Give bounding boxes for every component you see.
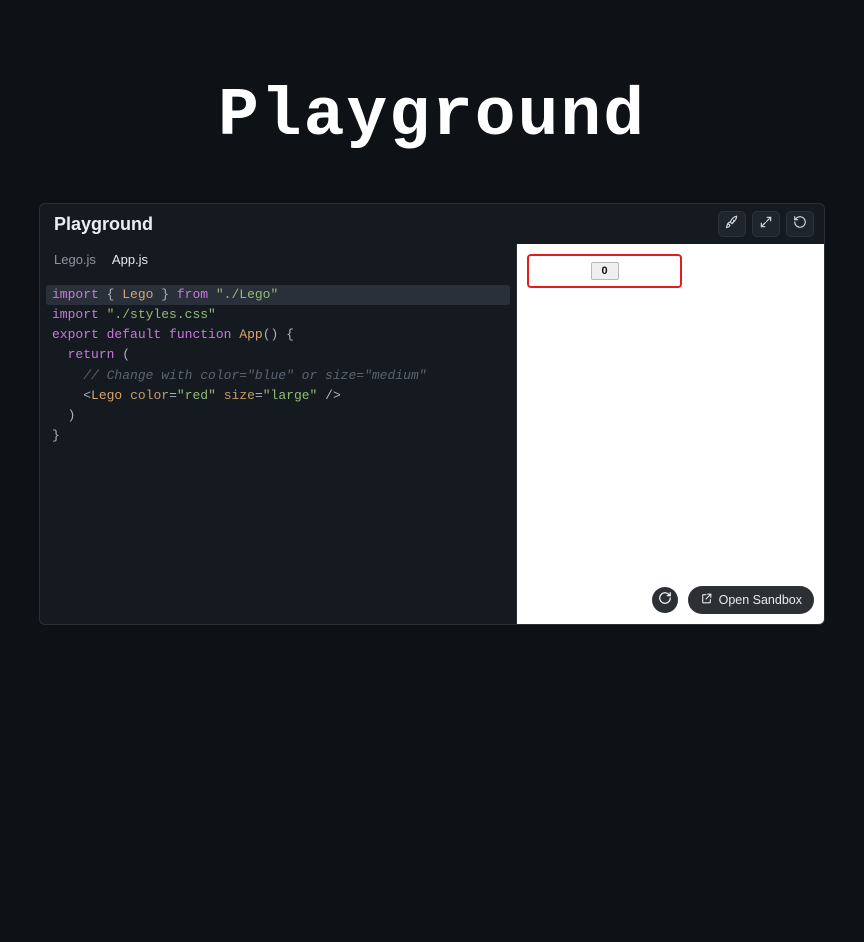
code-line: } <box>52 426 504 446</box>
code-area[interactable]: import { Lego } from "./Lego" import "./… <box>40 275 516 460</box>
code-editor: Lego.js App.js import { Lego } from "./L… <box>40 244 516 624</box>
refresh-icon <box>793 215 807 234</box>
code-line: return ( <box>52 345 504 365</box>
rocket-button[interactable] <box>718 211 746 237</box>
preview-footer: Open Sandbox <box>652 586 814 614</box>
reset-button[interactable] <box>786 211 814 237</box>
reload-preview-button[interactable] <box>652 587 678 613</box>
code-line: <Lego color="red" size="large" /> <box>52 386 504 406</box>
code-line: export default function App() { <box>52 325 504 345</box>
panel-title: Playground <box>54 214 153 235</box>
preview-highlight-box: 0 <box>527 254 682 288</box>
code-line: // Change with color="blue" or size="med… <box>52 366 504 386</box>
panel-header: Playground <box>40 204 824 244</box>
preview-pane: 0 Open Sandbox <box>516 244 824 624</box>
expand-icon <box>759 215 773 234</box>
open-sandbox-button[interactable]: Open Sandbox <box>688 586 814 614</box>
tab-app-js[interactable]: App.js <box>112 252 148 267</box>
playground-panel: Playground Lego.js App.js <box>39 203 825 625</box>
counter-button[interactable]: 0 <box>591 262 619 280</box>
open-sandbox-label: Open Sandbox <box>719 593 802 607</box>
code-line: import "./styles.css" <box>52 305 504 325</box>
code-line: import { Lego } from "./Lego" <box>46 285 510 305</box>
external-link-icon <box>700 592 713 608</box>
code-line: ) <box>52 406 504 426</box>
rocket-icon <box>725 215 739 234</box>
tab-lego-js[interactable]: Lego.js <box>54 252 96 267</box>
panel-actions <box>718 211 814 237</box>
panel-body: Lego.js App.js import { Lego } from "./L… <box>40 244 824 624</box>
page-title: Playground <box>0 78 864 155</box>
expand-button[interactable] <box>752 211 780 237</box>
reload-icon <box>658 591 672 610</box>
editor-tabs: Lego.js App.js <box>40 244 516 275</box>
